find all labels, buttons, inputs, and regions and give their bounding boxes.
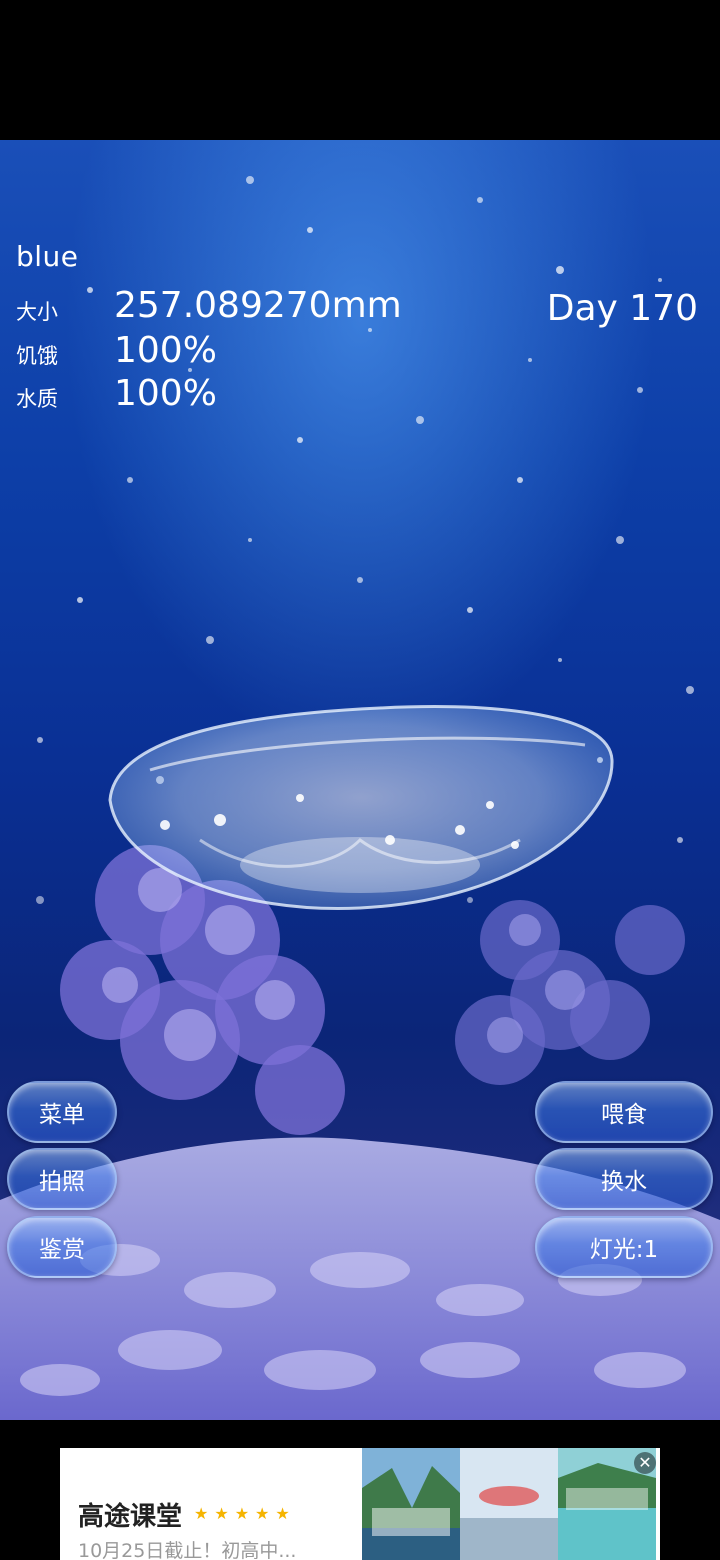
pet-name: blue <box>16 240 79 273</box>
size-label: 大小 <box>16 300 58 324</box>
feed-button[interactable]: 喂食 <box>535 1081 713 1143</box>
aquarium-scene[interactable]: blue 大小 257.089270mm 饥饿 100% 水质 100% Day… <box>0 140 720 1420</box>
ad-banner[interactable]: 高途课堂 ★★★★★ 10月25日截止！初高中... ✕ <box>60 1448 660 1560</box>
hunger-label: 饥饿 <box>16 344 58 368</box>
day-counter: Day 170 <box>546 288 698 329</box>
ad-rating-stars: ★★★★★ <box>194 1504 296 1523</box>
size-value: 257.089270mm <box>114 285 402 326</box>
status-bar-area <box>0 0 720 140</box>
water-quality-label: 水质 <box>16 387 58 411</box>
hunger-value: 100% <box>114 330 217 371</box>
ad-subtitle: 10月25日截止！初高中... <box>78 1540 297 1560</box>
jellyfish[interactable] <box>108 705 614 911</box>
appreciate-button[interactable]: 鉴赏 <box>7 1216 117 1278</box>
ad-title: 高途课堂 <box>78 1502 183 1532</box>
photo-button[interactable]: 拍照 <box>7 1148 117 1210</box>
menu-button[interactable]: 菜单 <box>7 1081 117 1143</box>
light-button[interactable]: 灯光:1 <box>535 1216 713 1278</box>
ad-image-2 <box>460 1448 558 1560</box>
close-icon[interactable]: ✕ <box>634 1452 656 1474</box>
change-water-button[interactable]: 换水 <box>535 1148 713 1210</box>
ad-image-1 <box>362 1448 460 1560</box>
water-quality-value: 100% <box>114 373 217 414</box>
